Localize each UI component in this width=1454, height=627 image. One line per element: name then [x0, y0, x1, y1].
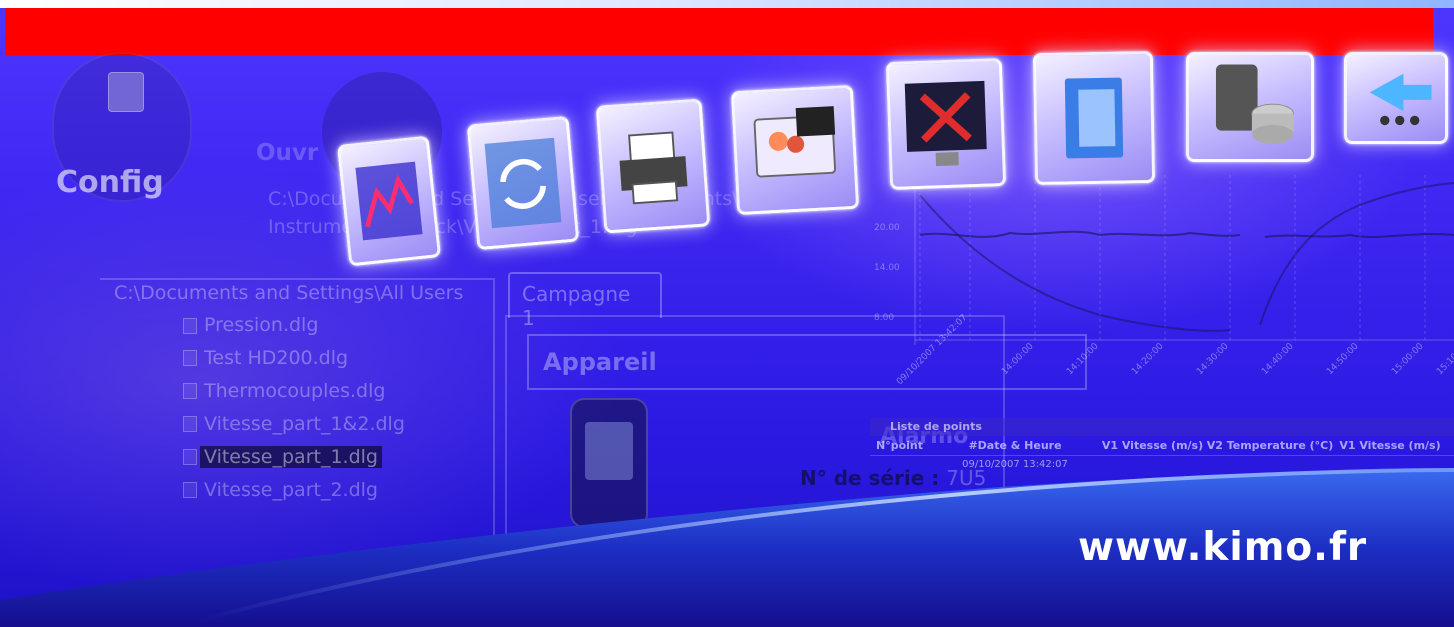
banner: Config Ouvr C:\Documents and Settings\Al… [0, 0, 1454, 627]
website-url[interactable]: www.kimo.fr [1078, 525, 1367, 570]
